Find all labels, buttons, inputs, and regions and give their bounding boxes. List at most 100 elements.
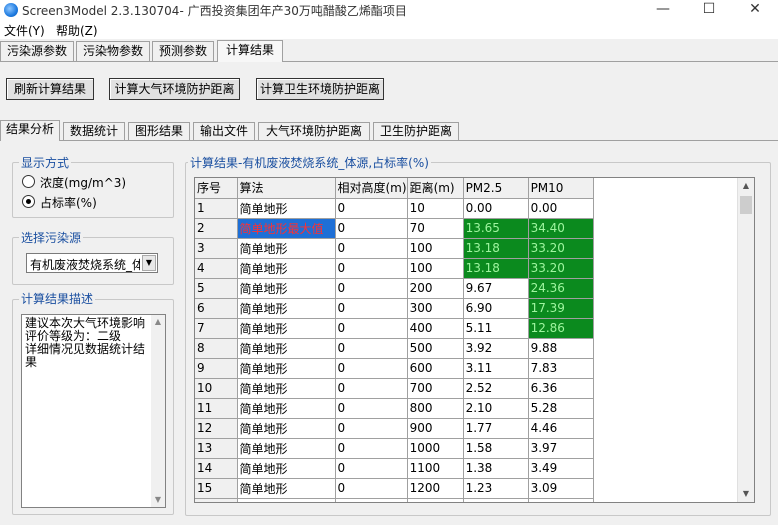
table-cell[interactable]: 0 [335, 478, 408, 499]
results-table[interactable]: 序号 算法 相对高度(m) 距离(m) PM2.5 PM10 1 简单地形 0 10 0… [194, 177, 755, 503]
column-header[interactable]: PM2.5 [463, 178, 529, 199]
table-cell[interactable]: 1.77 [463, 418, 529, 439]
table-row[interactable]: 16简单地形013001.102.77 [195, 498, 594, 502]
row-number-cell[interactable]: 14 [195, 458, 238, 479]
description-scrollbar[interactable]: ▲ ▼ [151, 315, 165, 507]
table-cell[interactable]: 0 [335, 278, 408, 299]
table-cell[interactable]: 33.20 [528, 258, 594, 279]
radio-concentration[interactable] [22, 175, 35, 188]
table-cell[interactable]: 1.58 [463, 438, 529, 459]
table-cell[interactable]: 简单地形 [237, 438, 336, 459]
calc-atmos-distance-button[interactable]: 计算大气环境防护距离 [109, 78, 240, 100]
table-cell[interactable]: 1.38 [463, 458, 529, 479]
row-number-cell[interactable]: 13 [195, 438, 238, 459]
table-cell[interactable]: 简单地形 [237, 498, 336, 502]
table-cell[interactable]: 100 [407, 258, 464, 279]
table-row[interactable]: 11 简单地形 0 800 2.10 5.28 [195, 398, 594, 419]
table-row[interactable]: 14 简单地形 0 1100 1.38 3.49 [195, 458, 594, 479]
scroll-down-icon[interactable]: ▼ [738, 486, 754, 502]
column-header[interactable]: 相对高度(m) [335, 178, 408, 199]
subtab-graphics[interactable]: 图形结果 [128, 122, 190, 140]
table-cell[interactable]: 2.52 [463, 378, 529, 399]
tab-source-params[interactable]: 污染源参数 [0, 41, 74, 61]
scroll-up-icon[interactable]: ▲ [151, 315, 165, 329]
row-number-cell[interactable]: 5 [195, 278, 238, 299]
row-number-cell[interactable]: 16 [195, 498, 238, 502]
row-number-cell[interactable]: 8 [195, 338, 238, 359]
table-row[interactable]: 5 简单地形 0 200 9.67 24.36 [195, 278, 594, 299]
table-row[interactable]: 3 简单地形 0 100 13.18 33.20 [195, 238, 594, 259]
table-row[interactable]: 2 简单地形最大值 0 70 13.65 34.40 [195, 218, 594, 239]
table-cell[interactable]: 简单地形 [237, 338, 336, 359]
tab-predict-params[interactable]: 预测参数 [152, 41, 214, 61]
table-cell[interactable]: 17.39 [528, 298, 594, 319]
table-cell[interactable]: 34.40 [528, 218, 594, 239]
subtab-atmos-distance[interactable]: 大气环境防护距离 [258, 122, 370, 140]
table-cell[interactable]: 简单地形 [237, 458, 336, 479]
table-cell[interactable]: 0 [335, 398, 408, 419]
table-cell[interactable]: 简单地形 [237, 318, 336, 339]
table-cell[interactable]: 12.86 [528, 318, 594, 339]
row-number-cell[interactable]: 15 [195, 478, 238, 499]
table-cell[interactable]: 1300 [407, 498, 464, 502]
table-cell[interactable]: 简单地形 [237, 198, 336, 219]
table-cell[interactable]: 0 [335, 258, 408, 279]
table-cell[interactable]: 6.36 [528, 378, 594, 399]
table-cell[interactable]: 3.49 [528, 458, 594, 479]
subtab-analysis[interactable]: 结果分析 [0, 120, 60, 141]
table-cell[interactable]: 400 [407, 318, 464, 339]
table-row[interactable]: 15 简单地形 0 1200 1.23 3.09 [195, 478, 594, 499]
table-cell[interactable]: 0 [335, 378, 408, 399]
table-cell[interactable]: 700 [407, 378, 464, 399]
scroll-thumb[interactable] [740, 196, 752, 214]
table-cell[interactable]: 800 [407, 398, 464, 419]
table-cell[interactable]: 0 [335, 238, 408, 259]
table-cell[interactable]: 简单地形 [237, 278, 336, 299]
table-cell[interactable]: 简单地形 [237, 358, 336, 379]
table-cell[interactable]: 5.28 [528, 398, 594, 419]
minimize-button[interactable]: — [640, 0, 686, 20]
table-cell[interactable]: 900 [407, 418, 464, 439]
column-header[interactable]: 距离(m) [407, 178, 464, 199]
table-cell[interactable]: 6.90 [463, 298, 529, 319]
table-cell[interactable]: 简单地形 [237, 478, 336, 499]
table-cell[interactable]: 0 [335, 418, 408, 439]
row-number-cell[interactable]: 4 [195, 258, 238, 279]
table-cell[interactable]: 0 [335, 498, 408, 502]
table-cell[interactable]: 简单地形 [237, 378, 336, 399]
menu-help[interactable]: 帮助(Z) [56, 22, 98, 39]
table-cell[interactable]: 9.67 [463, 278, 529, 299]
table-cell[interactable]: 简单地形最大值 [237, 218, 336, 239]
table-cell[interactable]: 简单地形 [237, 238, 336, 259]
table-cell[interactable]: 7.83 [528, 358, 594, 379]
table-cell[interactable]: 简单地形 [237, 298, 336, 319]
row-number-cell[interactable]: 1 [195, 198, 238, 219]
table-cell[interactable]: 0 [335, 318, 408, 339]
table-cell[interactable]: 2.10 [463, 398, 529, 419]
menu-file[interactable]: 文件(Y) [4, 22, 45, 39]
table-row[interactable]: 6 简单地形 0 300 6.90 17.39 [195, 298, 594, 319]
refresh-results-button[interactable]: 刷新计算结果 [6, 78, 94, 100]
table-cell[interactable]: 13.18 [463, 258, 529, 279]
table-cell[interactable]: 100 [407, 238, 464, 259]
scroll-up-icon[interactable]: ▲ [738, 178, 754, 194]
table-row[interactable]: 9 简单地形 0 600 3.11 7.83 [195, 358, 594, 379]
row-number-cell[interactable]: 9 [195, 358, 238, 379]
scroll-down-icon[interactable]: ▼ [151, 493, 165, 507]
description-textarea[interactable]: 建议本次大气环境影响评价等级为：二级 详细情况见数据统计结果 ▲ ▼ [21, 314, 166, 508]
table-cell[interactable]: 0.00 [528, 198, 594, 219]
subtab-output-file[interactable]: 输出文件 [193, 122, 255, 140]
radio-percent-label[interactable]: 占标率(%) [40, 194, 97, 211]
table-cell[interactable]: 0 [335, 298, 408, 319]
row-number-cell[interactable]: 2 [195, 218, 238, 239]
table-row[interactable]: 4 简单地形 0 100 13.18 33.20 [195, 258, 594, 279]
column-header[interactable]: 序号 [195, 178, 238, 199]
row-number-cell[interactable]: 6 [195, 298, 238, 319]
table-cell[interactable]: 2.77 [528, 498, 594, 502]
subtab-statistics[interactable]: 数据统计 [63, 122, 125, 140]
close-button[interactable]: ✕ [732, 0, 778, 20]
calc-health-distance-button[interactable]: 计算卫生环境防护距离 [256, 78, 384, 100]
subtab-health-distance[interactable]: 卫生防护距离 [373, 122, 459, 140]
table-cell[interactable]: 3.11 [463, 358, 529, 379]
column-header[interactable]: PM10 [528, 178, 594, 199]
